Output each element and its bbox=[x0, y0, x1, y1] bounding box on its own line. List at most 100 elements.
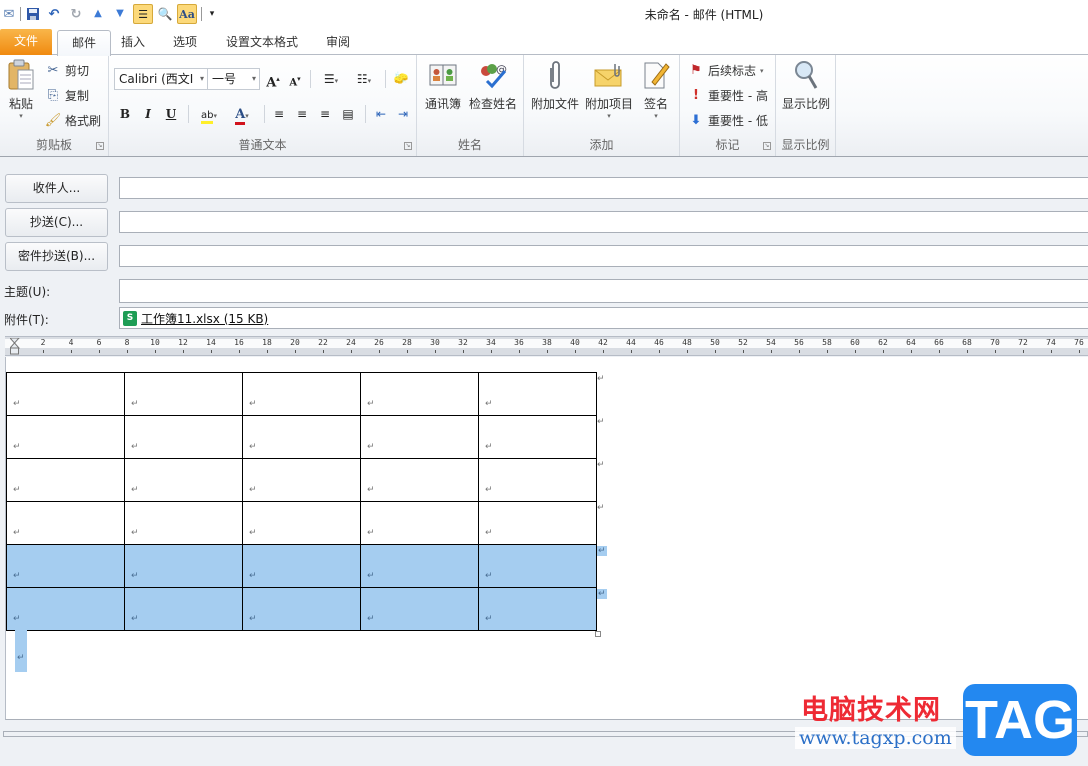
message-body[interactable]: ↵ ↵ ↵ ↵ ↵ ↵ ↵ ↵ ↵ ↵ ↵ ↵ ↵ ↵ ↵ ↵ ↵ ↵ ↵ ↵ ↵ ↵ ↵ ↵ ↵ ↵ ↵ ↵ ↵ ↵ ↵ ↵ ↵ ↵ ↵ ↵ ↵ bbox=[5, 357, 1088, 720]
table-cell[interactable]: ↵ bbox=[360, 587, 479, 631]
ruler-tick-label: 20 bbox=[290, 338, 300, 347]
decrease-indent-button[interactable]: ⇤ bbox=[371, 103, 391, 125]
low-importance-button[interactable]: ⬇ 重要性 - 低 bbox=[688, 110, 768, 132]
table-cell[interactable]: ↵ bbox=[360, 544, 479, 588]
ruler-tick-label: 48 bbox=[682, 338, 692, 347]
table-cell[interactable]: ↵ bbox=[242, 544, 361, 588]
table-cell[interactable]: ↵ bbox=[360, 372, 479, 416]
table-cell[interactable]: ↵ bbox=[6, 501, 125, 545]
basic-text-launcher-icon[interactable]: ↘ bbox=[404, 142, 412, 150]
align-left-button[interactable]: ≡ bbox=[269, 103, 289, 125]
highlight-button[interactable]: ab▾ bbox=[194, 103, 224, 125]
table-cell[interactable]: ↵ bbox=[242, 415, 361, 459]
cc-input[interactable] bbox=[119, 211, 1088, 233]
table-cell[interactable]: ↵ bbox=[6, 372, 125, 416]
zoom-button[interactable]: 显示比例 bbox=[780, 59, 832, 112]
tab-file[interactable]: 文件 bbox=[0, 29, 52, 55]
horizontal-ruler[interactable]: 2 4 6 8 10 12 14 16 18 20 22 24 26 28 30 32 34 36 38 40 42 44… bbox=[5, 336, 1088, 356]
table-cell[interactable]: ↵ bbox=[360, 415, 479, 459]
clipboard-launcher-icon[interactable]: ↘ bbox=[96, 142, 104, 150]
table-cell[interactable]: ↵ bbox=[6, 544, 125, 588]
address-book-button[interactable]: 通讯簿 bbox=[423, 59, 463, 112]
table-cell[interactable]: ↵ bbox=[478, 587, 597, 631]
table-cell[interactable]: ↵ bbox=[478, 415, 597, 459]
ruler-tick-label: 40 bbox=[570, 338, 580, 347]
table-cell[interactable]: ↵ bbox=[478, 458, 597, 502]
table-cell[interactable]: ↵ bbox=[124, 415, 243, 459]
grow-font-button[interactable]: A▴ bbox=[263, 68, 283, 90]
font-size-select[interactable]: 一号 ▾ bbox=[207, 68, 260, 90]
check-names-button[interactable]: @ 检查姓名 bbox=[467, 59, 519, 112]
to-button[interactable]: 收件人... bbox=[5, 174, 108, 203]
table-cell[interactable]: ↵ bbox=[478, 372, 597, 416]
group-basic-text: Calibri (西文I ▾ 一号 ▾ A▴ A▾ ☰▾ ☷▾ 🧽 B I U … bbox=[109, 55, 417, 156]
bcc-button[interactable]: 密件抄送(B)... bbox=[5, 242, 108, 271]
table-cell[interactable]: ↵ bbox=[124, 501, 243, 545]
font-color-button[interactable]: A▾ bbox=[227, 103, 257, 125]
to-input[interactable] bbox=[119, 177, 1088, 199]
spreadsheet-file-icon: S bbox=[123, 310, 137, 326]
ruler-tick bbox=[519, 350, 520, 353]
italic-button[interactable]: I bbox=[138, 103, 158, 125]
chevron-down-icon: ▾ bbox=[367, 77, 372, 85]
table-cell[interactable]: ↵ bbox=[124, 587, 243, 631]
signature-button[interactable]: 签名 ▾ bbox=[638, 59, 674, 120]
table-cell[interactable]: ↵ bbox=[242, 372, 361, 416]
table-cell[interactable]: ↵ bbox=[242, 587, 361, 631]
table-cell[interactable]: ↵ bbox=[478, 544, 597, 588]
tab-options[interactable]: 选项 bbox=[159, 30, 211, 55]
high-importance-button[interactable]: ! 重要性 - 高 bbox=[688, 85, 768, 107]
table-cell[interactable]: ↵ bbox=[124, 544, 243, 588]
table-cell[interactable]: ↵ bbox=[360, 501, 479, 545]
align-right-button[interactable]: ≡ bbox=[315, 103, 335, 125]
bullets-button[interactable]: ☰▾ bbox=[317, 68, 345, 90]
table-cell[interactable]: ↵ bbox=[360, 458, 479, 502]
cut-button[interactable]: ✂ 剪切 bbox=[45, 60, 89, 82]
table-cell[interactable]: ↵ bbox=[478, 501, 597, 545]
ribbon: 粘贴 ▾ ✂ 剪切 ⎘ 复制 🖌 格式刷 剪贴板 ↘ Calibri (西文I … bbox=[0, 55, 1088, 157]
align-center-button[interactable]: ≡ bbox=[292, 103, 312, 125]
attachment-link[interactable]: 工作簿11.xlsx (15 KB) bbox=[141, 310, 268, 327]
paperclip-icon bbox=[539, 59, 571, 91]
paste-dropdown-icon[interactable]: ▾ bbox=[4, 112, 38, 120]
tab-insert[interactable]: 插入 bbox=[107, 30, 159, 55]
paragraph-mark[interactable]: ↵ bbox=[15, 629, 27, 672]
group-label-basic-text: 普通文本 bbox=[238, 138, 287, 152]
table-cell[interactable]: ↵ bbox=[6, 458, 125, 502]
attach-file-button[interactable]: 附加文件 bbox=[528, 59, 582, 112]
paste-button[interactable]: 粘贴 ▾ bbox=[4, 59, 38, 120]
cc-button[interactable]: 抄送(C)... bbox=[5, 208, 108, 237]
subject-input[interactable] bbox=[119, 279, 1088, 303]
table-cell[interactable]: ↵ bbox=[124, 372, 243, 416]
tags-launcher-icon[interactable]: ↘ bbox=[763, 142, 771, 150]
numbering-button[interactable]: ☷▾ bbox=[349, 68, 379, 90]
indent-marker[interactable] bbox=[8, 337, 21, 355]
tab-review[interactable]: 审阅 bbox=[312, 30, 364, 55]
follow-up-button[interactable]: ⚑ 后续标志 ▾ bbox=[688, 60, 763, 82]
font-name-select[interactable]: Calibri (西文I ▾ bbox=[114, 68, 208, 90]
document-table[interactable]: ↵ ↵ ↵ ↵ ↵ ↵ ↵ ↵ ↵ ↵ ↵ ↵ ↵ ↵ ↵ ↵ ↵ ↵ ↵ ↵ ↵ ↵ ↵ ↵ ↵ ↵ ↵ ↵ ↵ ↵ bbox=[6, 372, 597, 631]
increase-indent-button[interactable]: ⇥ bbox=[393, 103, 413, 125]
ruler-tick-label: 50 bbox=[710, 338, 720, 347]
attach-item-button[interactable]: 附加项目 ▾ bbox=[582, 59, 636, 120]
table-cell[interactable]: ↵ bbox=[6, 587, 125, 631]
tab-message[interactable]: 邮件 bbox=[57, 30, 112, 56]
clear-formatting-button[interactable]: 🧽 bbox=[391, 67, 411, 89]
format-painter-button[interactable]: 🖌 格式刷 bbox=[45, 110, 101, 132]
table-cell[interactable]: ↵ bbox=[242, 501, 361, 545]
divider bbox=[385, 70, 386, 88]
justify-button[interactable]: ▤ bbox=[338, 103, 358, 125]
underline-button[interactable]: U bbox=[161, 103, 181, 125]
table-resize-handle[interactable] bbox=[595, 631, 601, 637]
numbering-icon: ☷ bbox=[356, 72, 368, 86]
table-cell[interactable]: ↵ bbox=[6, 415, 125, 459]
shrink-font-button[interactable]: A▾ bbox=[285, 68, 305, 90]
watermark-tag-logo: TAG bbox=[963, 684, 1077, 756]
table-cell[interactable]: ↵ bbox=[124, 458, 243, 502]
table-cell[interactable]: ↵ bbox=[242, 458, 361, 502]
bcc-input[interactable] bbox=[119, 245, 1088, 267]
tab-format-text[interactable]: 设置文本格式 bbox=[212, 30, 312, 55]
bold-button[interactable]: B bbox=[115, 103, 135, 125]
scissors-icon: ✂ bbox=[47, 63, 59, 78]
copy-button[interactable]: ⎘ 复制 bbox=[45, 85, 89, 107]
